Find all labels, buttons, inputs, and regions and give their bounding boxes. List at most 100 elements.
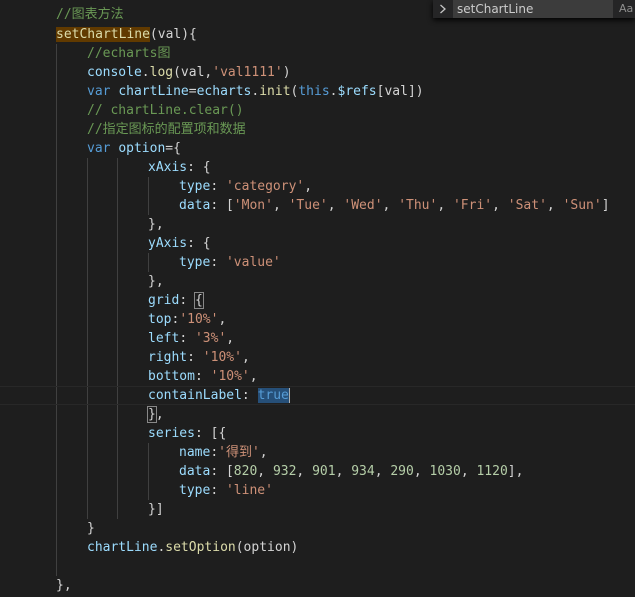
code-property: type — [179, 179, 211, 194]
indent-guide — [117, 424, 118, 443]
code-token: , — [259, 445, 268, 460]
find-input[interactable] — [453, 0, 613, 18]
code-line: }, — [0, 405, 635, 424]
indent-guide — [117, 272, 118, 291]
indent-guide — [87, 443, 88, 462]
indent-guide — [56, 557, 57, 576]
code-line: // chartLine.clear() — [0, 101, 635, 120]
code-token: ] — [601, 198, 610, 213]
code-line: data: [820, 932, 901, 934, 290, 1030, 11… — [0, 462, 635, 481]
code-token: }, — [148, 217, 164, 232]
indent-guide — [56, 63, 57, 82]
indent-guide — [87, 310, 88, 329]
code-token: log — [149, 65, 174, 80]
code-line — [0, 557, 635, 576]
code-string: 'value' — [225, 255, 281, 270]
code-string: 'category' — [225, 179, 305, 194]
indent-guide — [87, 405, 88, 424]
indent-guide — [56, 310, 57, 329]
code-token: , — [296, 464, 313, 479]
code-string: '10%' — [202, 350, 242, 365]
indent-guide — [117, 348, 118, 367]
code-line: series: [{ — [0, 424, 635, 443]
code-property: left — [148, 331, 180, 346]
code-token: : — [194, 369, 211, 384]
code-line: grid: { — [0, 291, 635, 310]
code-string: '10%' — [179, 312, 219, 327]
indent-guide — [56, 158, 57, 177]
code-string: 'Thu' — [398, 198, 438, 213]
code-token: , — [218, 312, 227, 327]
code-token: : { — [187, 160, 211, 175]
indent-guide — [87, 329, 88, 348]
code-property: right — [148, 350, 188, 365]
code-token: , — [546, 198, 563, 213]
indent-guide — [148, 481, 149, 500]
indent-guide — [117, 367, 118, 386]
code-editor[interactable]: //图表方法 setChartLine(val){ //echarts图 con… — [0, 0, 635, 597]
indent-guide — [87, 177, 88, 196]
indent-guide — [148, 177, 149, 196]
indent-guide — [87, 234, 88, 253]
indent-guide — [117, 481, 118, 500]
code-token: }, — [148, 274, 164, 289]
code-line: left: '3%', — [0, 329, 635, 348]
indent-guide — [117, 500, 118, 519]
indent-guide — [87, 367, 88, 386]
code-comment: // chartLine.clear() — [87, 103, 244, 118]
code-line: yAxis: { — [0, 234, 635, 253]
code-line: bottom: '10%', — [0, 367, 635, 386]
indent-guide — [56, 272, 57, 291]
selected-text[interactable]: true — [257, 388, 289, 403]
code-line: setChartLine(val){ — [0, 25, 635, 44]
code-property: name — [179, 445, 211, 460]
code-token: ={ — [165, 141, 181, 156]
code-token: (option) — [235, 540, 299, 555]
code-string: 'Wed' — [343, 198, 383, 213]
code-token: ) — [282, 65, 291, 80]
code-string: '3%' — [194, 331, 227, 346]
indent-guide — [117, 158, 118, 177]
chevron-right-icon[interactable] — [436, 0, 450, 18]
code-token: , — [335, 464, 352, 479]
bracket-match-highlight: } — [147, 406, 157, 423]
code-token: : — [179, 331, 195, 346]
code-token: [val]) — [376, 84, 424, 99]
code-number: 290 — [390, 464, 414, 479]
indent-guide — [56, 82, 57, 101]
indent-guide — [56, 44, 57, 63]
code-comment: //echarts图 — [87, 46, 171, 61]
indent-guide — [56, 291, 57, 310]
code-token: init — [259, 84, 291, 99]
indent-guide — [56, 139, 57, 158]
code-token: }] — [148, 502, 164, 517]
code-line: data: ['Mon', 'Tue', 'Wed', 'Thu', 'Fri'… — [0, 196, 635, 215]
indent-guide — [56, 101, 57, 120]
code-string: 'Sat' — [507, 198, 547, 213]
text-cursor — [288, 388, 290, 403]
code-property: data — [179, 464, 211, 479]
indent-guide — [87, 272, 88, 291]
code-comment: //图表方法 — [56, 7, 124, 22]
code-string: 'Mon' — [233, 198, 273, 213]
match-case-toggle[interactable]: Aa — [619, 0, 635, 18]
code-number: 932 — [272, 464, 297, 479]
code-property: bottom — [148, 369, 195, 384]
code-string: '10%' — [210, 369, 250, 384]
code-token: , — [437, 198, 453, 213]
code-token: , — [257, 464, 273, 479]
code-token: , — [226, 331, 235, 346]
find-match-highlight[interactable]: setChartLine — [56, 27, 150, 42]
code-keyword: this — [298, 84, 330, 99]
indent-guide — [117, 215, 118, 234]
code-number: 934 — [351, 464, 375, 479]
indent-guide — [87, 481, 88, 500]
code-line: chartLine.setOption(option) — [0, 538, 635, 557]
indent-guide — [117, 196, 118, 215]
indent-guide — [56, 215, 57, 234]
code-line: } — [0, 519, 635, 538]
indent-guide — [87, 291, 88, 310]
code-token: echarts — [196, 84, 252, 99]
code-token: console — [87, 65, 142, 80]
code-token: . — [141, 65, 150, 80]
